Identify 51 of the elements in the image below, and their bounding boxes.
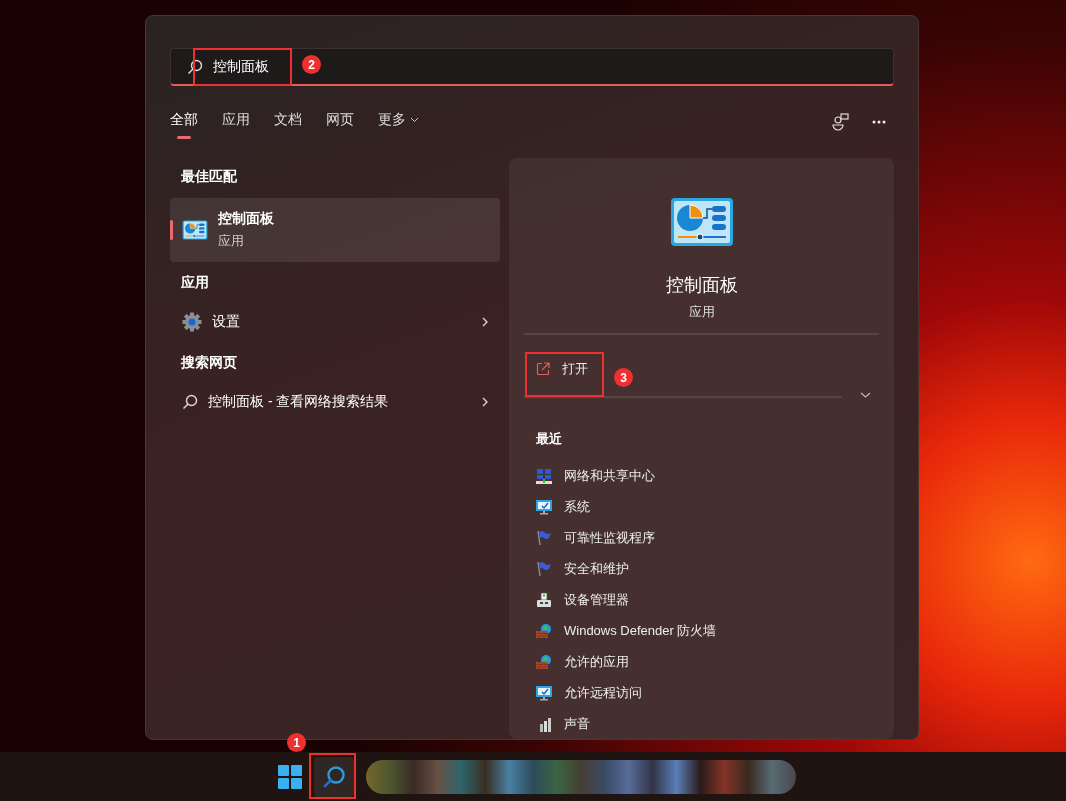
monitor-icon	[536, 684, 552, 701]
monitor-icon	[536, 498, 552, 515]
section-heading: 最佳匹配	[180, 167, 238, 186]
firewall-icon	[536, 622, 552, 639]
chevron-right-icon	[482, 397, 488, 407]
section-heading: 应用	[180, 273, 210, 292]
printer-icon	[536, 591, 552, 608]
recent-item[interactable]: 设备管理器	[524, 584, 879, 615]
recent-item[interactable]: 网络和共享中心	[524, 460, 879, 491]
filter-tab[interactable]: 全部	[170, 105, 198, 139]
app-type: 应用	[688, 303, 715, 321]
recent-item[interactable]: 允许的应用	[524, 646, 879, 677]
app-result-item[interactable]: 设置	[170, 304, 500, 340]
chevron-down-icon	[410, 117, 419, 123]
network-icon	[536, 467, 552, 484]
search-icon	[187, 58, 203, 75]
recent-item[interactable]: 安全和维护	[524, 553, 879, 584]
recent-item[interactable]: 允许远程访问	[524, 677, 879, 708]
filter-tab[interactable]: 更多	[378, 105, 419, 139]
taskbar-search-button[interactable]	[314, 756, 354, 797]
windows-logo-icon	[278, 764, 302, 789]
firewall-icon	[536, 653, 552, 670]
recent-item[interactable]: 声音	[524, 708, 879, 739]
recent-heading: 最近	[535, 430, 563, 448]
chevron-right-icon	[482, 317, 488, 327]
app-title: 控制面板	[665, 274, 738, 297]
control-panel-icon	[669, 197, 734, 247]
filter-tab[interactable]: 文档	[274, 105, 302, 139]
control-panel-icon	[182, 220, 208, 240]
filter-tab[interactable]: 网页	[326, 105, 354, 139]
result-type: 应用	[218, 232, 245, 250]
best-match-item[interactable]: 控制面板 应用	[170, 198, 500, 262]
result-title: 控制面板	[218, 210, 274, 228]
annotation-frame	[309, 753, 356, 799]
flag-icon	[536, 529, 552, 546]
gear-icon	[182, 312, 202, 332]
search-icon	[182, 394, 198, 410]
external-link-icon	[536, 362, 550, 376]
chevron-down-icon	[860, 392, 871, 398]
recent-item[interactable]: Windows Defender 防火墙	[524, 615, 879, 646]
web-search-item[interactable]: 控制面板 - 查看网络搜索结果	[170, 384, 500, 420]
recent-item[interactable]: 可靠性监视程序	[524, 522, 879, 553]
section-heading: 搜索网页	[180, 353, 238, 372]
filter-tab[interactable]: 应用	[222, 105, 250, 139]
more-icon	[872, 120, 886, 124]
search-icon	[322, 764, 346, 789]
account-chat-button[interactable]	[832, 113, 850, 131]
more-options-button[interactable]	[872, 120, 886, 124]
recent-item[interactable]: 系统	[524, 491, 879, 522]
person-chat-icon	[832, 113, 850, 131]
flag-icon	[536, 560, 552, 577]
